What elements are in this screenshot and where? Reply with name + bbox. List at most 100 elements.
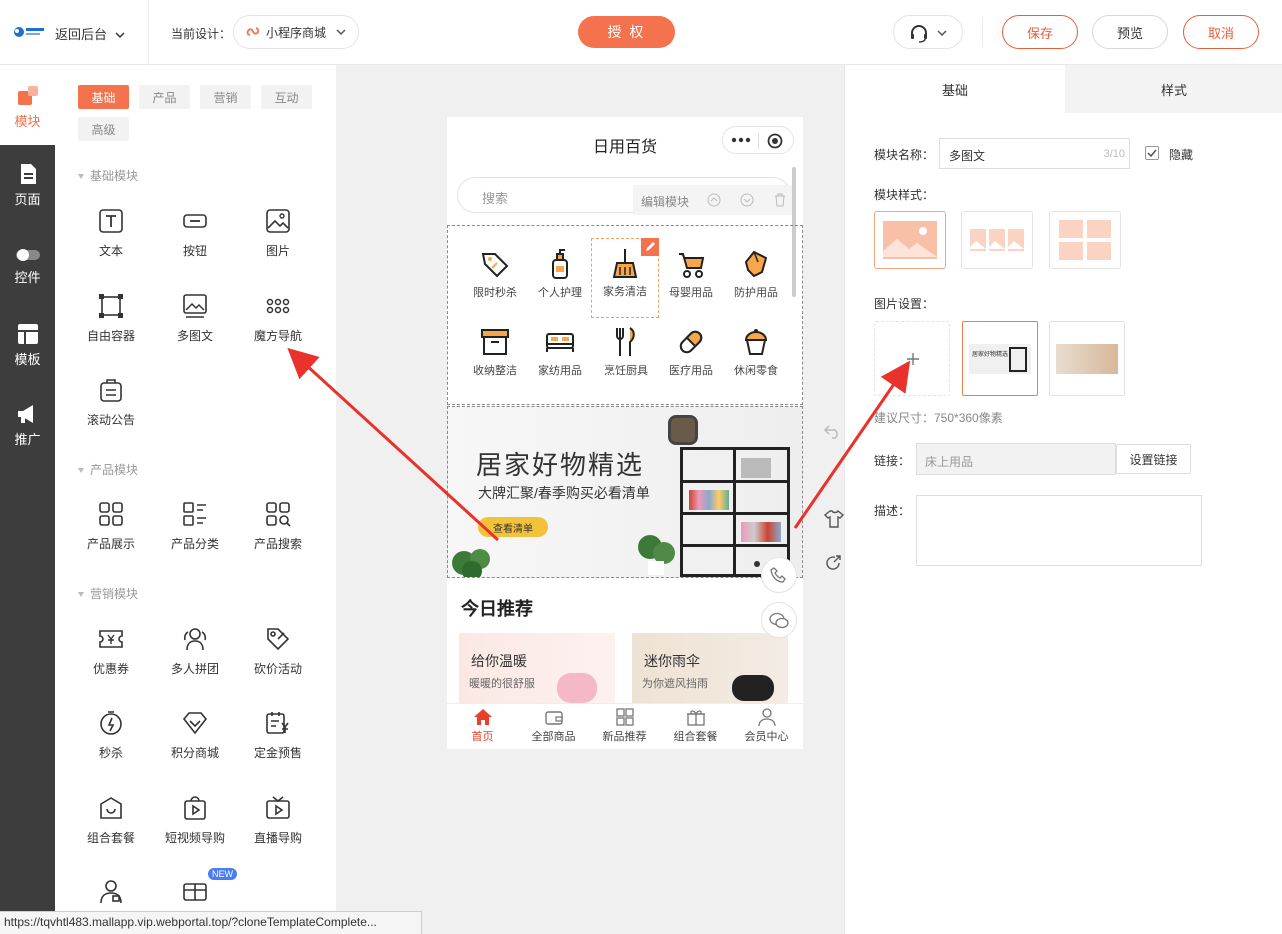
undo-icon[interactable] xyxy=(824,423,842,439)
tab-basic[interactable]: 基础 xyxy=(845,65,1065,113)
move-up-icon[interactable] xyxy=(707,193,721,207)
tag-basic[interactable]: 基础 xyxy=(78,85,129,109)
description-textarea[interactable] xyxy=(916,495,1202,566)
module-name-input[interactable]: 多图文 3/10 xyxy=(939,138,1130,169)
cancel-button[interactable]: 取消 xyxy=(1183,15,1259,49)
hide-checkbox[interactable] xyxy=(1145,146,1159,160)
container-icon xyxy=(99,294,123,318)
recommend-card[interactable]: 迷你雨伞 为你遮风挡雨 xyxy=(632,633,788,713)
tab-home[interactable]: 首页 xyxy=(447,708,518,744)
tag-product[interactable]: 产品 xyxy=(139,85,190,109)
recommend-card[interactable]: 给你温暖 暖暖的很舒服 xyxy=(459,633,615,713)
grid-item-mother-baby[interactable]: 母婴用品 xyxy=(656,248,726,300)
move-down-icon[interactable] xyxy=(740,193,754,207)
module-product-search[interactable]: 产品搜索 xyxy=(236,501,320,552)
module-short-video[interactable]: 短视频导购 xyxy=(153,795,237,846)
checkmark-icon xyxy=(1147,149,1157,158)
grid-item-label: 限时秒杀 xyxy=(473,287,517,299)
banner-button[interactable]: 查看清单 xyxy=(478,517,548,537)
set-link-button[interactable]: 设置链接 xyxy=(1116,444,1191,474)
grid-item-flash-sale[interactable]: 限时秒杀 xyxy=(460,248,530,300)
magic-nav-module[interactable]: 限时秒杀 个人护理 家务清洁 母婴用品 防护用品 收纳整洁 家纺用品 烹饪厨具 … xyxy=(447,225,803,405)
properties-panel: 基础 样式 模块名称： 多图文 3/10 隐藏 模块样式： 图片设置： 居家好物… xyxy=(844,65,1282,934)
edit-module-popover: 编辑模块 xyxy=(633,185,795,215)
tag-marketing[interactable]: 营销 xyxy=(200,85,251,109)
image-thumb-selected[interactable]: 居家好物精选 xyxy=(962,321,1038,396)
phone-call-button[interactable] xyxy=(761,557,797,593)
tab-combo[interactable]: 组合套餐 xyxy=(660,708,731,744)
link-input[interactable]: 床上用品 xyxy=(916,443,1116,475)
module-combo[interactable]: 组合套餐 xyxy=(69,795,153,846)
module-bargain[interactable]: 砍价活动 xyxy=(236,626,320,677)
design-name: 小程序商城 xyxy=(266,25,327,40)
section-product[interactable]: 产品模块 xyxy=(78,461,138,478)
single-image-icon xyxy=(883,221,937,259)
module-label: 产品分类 xyxy=(170,537,219,551)
module-points-mall[interactable]: 积分商城 xyxy=(153,710,237,761)
tshirt-icon[interactable] xyxy=(824,510,844,528)
grid-item-personal-care[interactable]: 个人护理 xyxy=(525,248,595,300)
grid-item-house-cleaning[interactable]: 家务清洁 xyxy=(591,238,659,318)
module-flash-sale[interactable]: 秒杀 xyxy=(69,710,153,761)
module-group-buy[interactable]: 多人拼团 xyxy=(153,626,237,677)
more-dots-icon xyxy=(731,137,751,143)
category-list-icon xyxy=(183,502,206,526)
nav-item-page[interactable]: 页面 xyxy=(0,163,55,208)
style-option-three[interactable] xyxy=(961,211,1033,269)
module-free-container[interactable]: 自由容器 xyxy=(69,293,153,344)
module-consultant[interactable] xyxy=(69,878,153,912)
tab-style[interactable]: 样式 xyxy=(1065,65,1282,113)
nav-item-template[interactable]: 模板 xyxy=(0,323,55,368)
design-selector[interactable]: 小程序商城 xyxy=(233,15,359,49)
share-icon[interactable] xyxy=(824,554,842,572)
back-to-admin-button[interactable]: 返回后台 xyxy=(55,24,125,43)
module-product-display[interactable]: 产品展示 xyxy=(69,501,153,552)
nav-item-promotion[interactable]: 推广 xyxy=(0,403,55,448)
tab-new-products[interactable]: 新品推荐 xyxy=(589,708,660,744)
module-magic-nav[interactable]: 魔方导航 xyxy=(236,293,320,344)
module-image[interactable]: 图片 xyxy=(236,208,320,259)
tab-label: 首页 xyxy=(471,731,494,743)
nav-item-module[interactable]: 模块 xyxy=(0,85,55,130)
tab-member[interactable]: 会员中心 xyxy=(731,708,802,744)
module-coupon[interactable]: 优惠券 xyxy=(69,626,153,677)
grid-item-snacks[interactable]: 休闲零食 xyxy=(721,326,791,378)
save-button[interactable]: 保存 xyxy=(1002,15,1078,49)
add-image-button[interactable] xyxy=(874,321,950,396)
price-tag-icon xyxy=(267,628,290,651)
module-presale[interactable]: 定金预售 xyxy=(236,710,320,761)
grid-item-storage[interactable]: 收纳整洁 xyxy=(460,326,530,378)
section-marketing[interactable]: 营销模块 xyxy=(78,585,138,602)
grid-item-cookware[interactable]: 烹饪厨具 xyxy=(591,326,661,378)
grid-item-bedding[interactable]: 家纺用品 xyxy=(525,326,595,378)
banner-module[interactable]: 居家好物精选 大牌汇聚/春季购买必看清单 查看清单 xyxy=(447,406,803,578)
grid-item-protection[interactable]: 防护用品 xyxy=(721,248,791,300)
carousel-dot[interactable] xyxy=(754,561,760,567)
module-new-item[interactable] xyxy=(153,878,237,912)
module-product-category[interactable]: 产品分类 xyxy=(153,501,237,552)
trash-icon[interactable] xyxy=(773,193,787,207)
tab-all-products[interactable]: 全部商品 xyxy=(518,708,589,744)
grid-item-medical[interactable]: 医疗用品 xyxy=(656,326,726,378)
image-thumb[interactable] xyxy=(1049,321,1125,396)
customer-service-button[interactable] xyxy=(893,15,963,49)
tag-advanced[interactable]: 高级 xyxy=(78,117,129,141)
section-basic[interactable]: 基础模块 xyxy=(78,167,138,184)
module-multi-image-text[interactable]: 多图文 xyxy=(153,293,237,344)
module-scroll-notice[interactable]: 滚动公告 xyxy=(69,377,153,428)
style-option-four[interactable] xyxy=(1049,211,1121,269)
module-panel: 基础 产品 营销 互动 高级 基础模块 文本 按钮 图片 自由容器 多图文 魔方… xyxy=(55,65,336,934)
nav-item-control[interactable]: 控件 xyxy=(0,247,55,286)
module-text[interactable]: 文本 xyxy=(69,208,153,259)
module-icon xyxy=(17,86,38,105)
left-nav: 模块 页面 控件 模板 推广 xyxy=(0,65,55,934)
module-live[interactable]: 直播导购 xyxy=(236,795,320,846)
wechat-button[interactable] xyxy=(761,602,797,638)
module-button[interactable]: 按钮 xyxy=(153,208,237,259)
tag-interactive[interactable]: 互动 xyxy=(261,85,312,109)
style-option-single[interactable] xyxy=(874,211,946,269)
headset-icon xyxy=(911,25,927,43)
preview-button[interactable]: 预览 xyxy=(1092,15,1168,49)
tab-label: 会员中心 xyxy=(744,731,789,743)
authorize-button[interactable]: 授 权 xyxy=(578,16,675,48)
